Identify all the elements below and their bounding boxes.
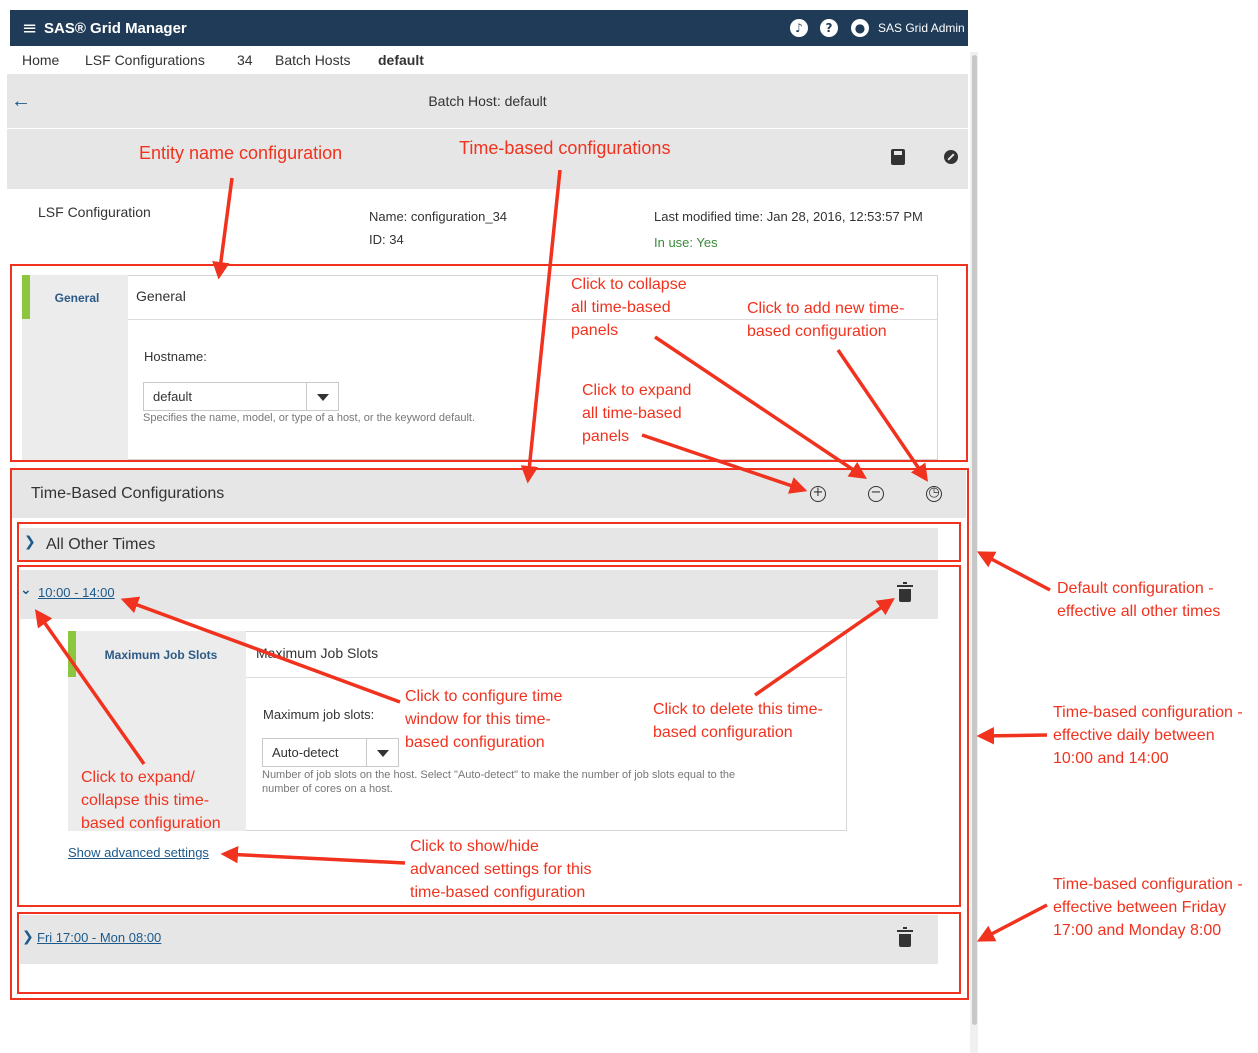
arrow-add-new bbox=[836, 349, 928, 482]
arrow-show-hide-advanced bbox=[220, 845, 406, 865]
annotation-arrows bbox=[34, 169, 1051, 942]
arrow-configure-window bbox=[120, 596, 401, 704]
arrow-daily-config bbox=[976, 727, 1048, 745]
arrow-default-config bbox=[976, 551, 1051, 592]
arrow-time-based bbox=[520, 169, 562, 484]
arrow-delete bbox=[754, 598, 895, 697]
arrow-weekend-config bbox=[976, 903, 1048, 942]
arrow-expand-all bbox=[641, 433, 808, 494]
arrow-entity-name bbox=[212, 177, 234, 280]
arrow-collapse-all bbox=[654, 335, 867, 479]
arrow-expand-collapse bbox=[34, 609, 146, 766]
